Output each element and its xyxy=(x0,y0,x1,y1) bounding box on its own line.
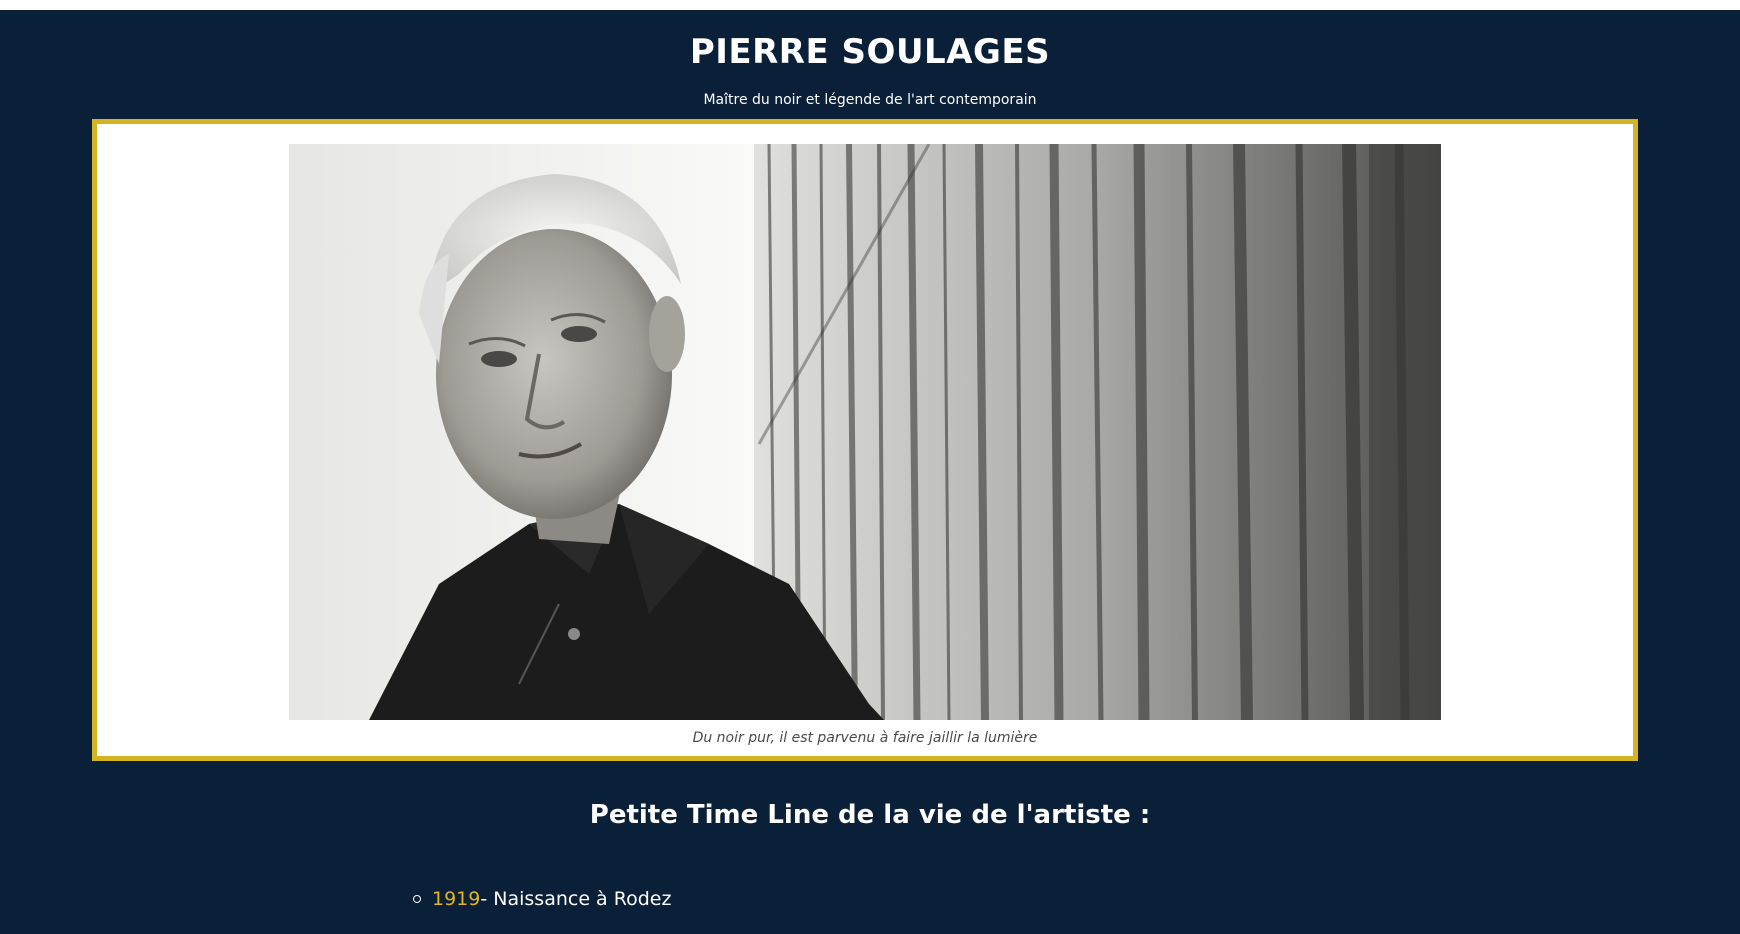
portrait-photo xyxy=(289,144,1441,720)
timeline-item: 1919 - Naissance à Rodez xyxy=(413,888,671,910)
portrait-image xyxy=(289,144,1441,720)
circle-bullet-icon xyxy=(413,895,421,903)
photo-caption: Du noir pur, il est parvenu à faire jail… xyxy=(692,730,1038,746)
timeline-list: 1919 - Naissance à Rodez xyxy=(413,888,671,910)
page-title: PIERRE SOULAGES xyxy=(689,32,1051,72)
page-subtitle: Maître du noir et légende de l'art conte… xyxy=(703,92,1037,108)
page-background: PIERRE SOULAGES Maître du noir et légend… xyxy=(0,10,1740,934)
timeline-text: - Naissance à Rodez xyxy=(480,888,672,910)
timeline-year: 1919 xyxy=(432,888,481,910)
timeline-heading: Petite Time Line de la vie de l'artiste … xyxy=(589,800,1151,830)
portrait-figure: Du noir pur, il est parvenu à faire jail… xyxy=(92,119,1638,761)
